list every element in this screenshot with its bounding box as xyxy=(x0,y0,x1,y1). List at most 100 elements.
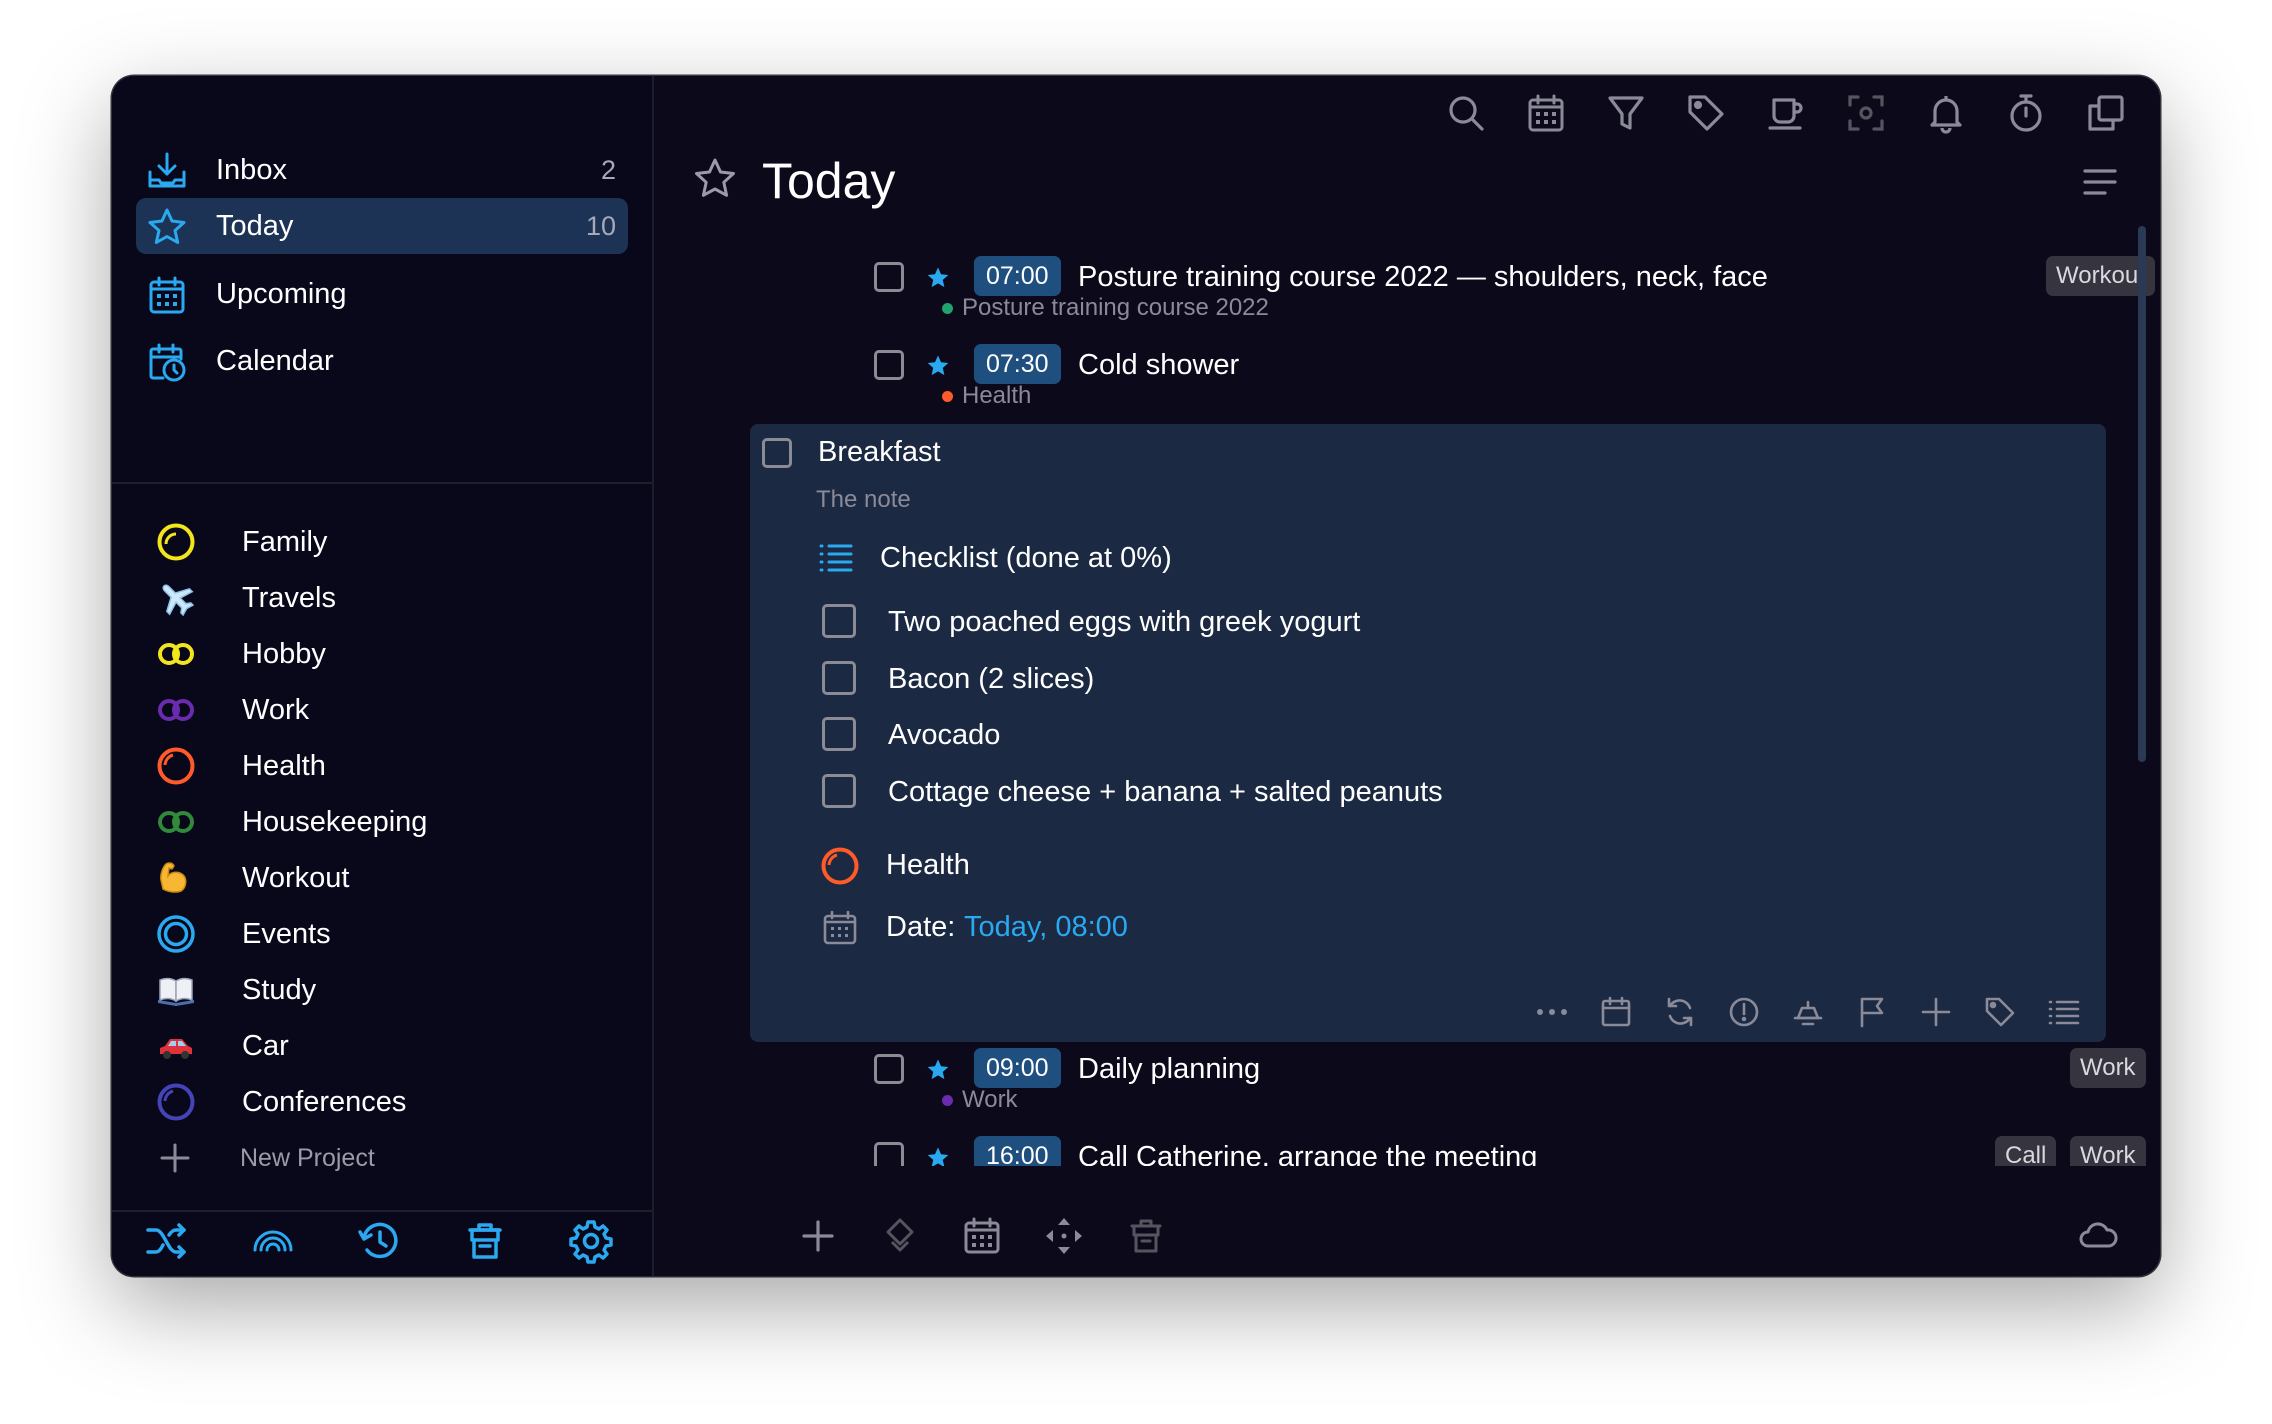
add-icon[interactable] xyxy=(798,1216,838,1256)
sidebar-item-health[interactable]: Health xyxy=(136,741,628,791)
tag-badge[interactable]: Call xyxy=(1995,1136,2057,1166)
open-book-icon xyxy=(156,970,196,1010)
sidebar-item-label: Travels xyxy=(242,581,336,614)
sidebar-item-family[interactable]: Family xyxy=(136,517,628,567)
sidebar-item-label: Study xyxy=(242,973,317,1006)
sidebar-item-housekeeping[interactable]: Housekeeping xyxy=(136,797,628,847)
sidebar-item-events[interactable]: Events xyxy=(136,909,628,959)
tag-icon[interactable] xyxy=(1982,994,2016,1028)
trash-icon[interactable] xyxy=(462,1218,508,1264)
sidebar-item-label: Workout xyxy=(242,861,350,894)
task-checkbox[interactable] xyxy=(762,438,792,468)
sidebar-item-label: Calendar xyxy=(216,344,334,377)
orange-ring-icon xyxy=(820,846,860,886)
task-checkbox[interactable] xyxy=(874,350,904,380)
sidebar-item-study[interactable]: Study xyxy=(136,965,628,1015)
flexed-biceps-icon xyxy=(156,858,196,898)
task-list: 07:00 Posture training course 2022 — sho… xyxy=(654,76,2160,1166)
indigo-ring-icon xyxy=(156,1082,196,1122)
task-note[interactable]: The note xyxy=(816,486,911,514)
sidebar-item-hobby[interactable]: Hobby xyxy=(136,629,628,679)
checklist-icon xyxy=(818,540,853,574)
expanded-task-card[interactable]: Breakfast The note Checklist (done at 0%… xyxy=(750,424,2106,1042)
new-project-button[interactable]: New Project xyxy=(136,1133,536,1183)
inbox-icon xyxy=(146,150,188,192)
sidebar-item-label: Events xyxy=(242,917,331,950)
diamond-icon[interactable] xyxy=(880,1216,920,1256)
airplane-icon xyxy=(156,578,196,618)
tag-badge[interactable]: Work xyxy=(2070,1136,2146,1166)
date-label: Date: xyxy=(886,911,956,943)
yellow-double-ring-icon xyxy=(156,634,196,674)
flag-icon[interactable] xyxy=(1854,994,1888,1028)
task-title[interactable]: Breakfast xyxy=(818,436,941,469)
sidebar-item-workout[interactable]: Workout xyxy=(136,853,628,903)
move-arrows-icon[interactable] xyxy=(1044,1216,1084,1256)
task-project-link[interactable]: Health xyxy=(886,849,970,882)
checklist-item-label: Avocado xyxy=(888,719,1001,751)
sidebar-item-label: Health xyxy=(242,749,326,782)
checklist-checkbox[interactable] xyxy=(822,774,856,808)
task-checkbox[interactable] xyxy=(874,1142,904,1166)
reminder-icon[interactable] xyxy=(1790,994,1824,1028)
plus-icon xyxy=(158,1141,192,1175)
star-icon xyxy=(146,206,188,248)
checklist-item-label: Cottage cheese + banana + salted peanuts xyxy=(888,776,1443,808)
main-panel: Today 07:00 Posture training course 2022… xyxy=(654,76,2160,1276)
sidebar-bottom-divider xyxy=(112,1210,652,1212)
calendar-icon xyxy=(822,910,857,945)
sidebar-item-label: Work xyxy=(242,693,310,726)
sidebar-item-inbox[interactable]: Inbox 2 xyxy=(136,142,628,198)
trash-icon[interactable] xyxy=(1126,1216,1166,1256)
sidebar-item-label: Today xyxy=(216,209,294,242)
task-checkbox[interactable] xyxy=(874,1054,904,1084)
star-icon xyxy=(926,1146,950,1166)
settings-icon[interactable] xyxy=(568,1218,614,1264)
sidebar-item-label: Conferences xyxy=(242,1085,407,1118)
task-project: Health xyxy=(962,382,1032,409)
sidebar-item-car[interactable]: Car xyxy=(136,1021,628,1071)
star-icon xyxy=(926,1058,950,1082)
sidebar-item-upcoming[interactable]: Upcoming xyxy=(136,266,628,322)
more-icon[interactable] xyxy=(1534,994,1568,1028)
purple-double-ring-icon xyxy=(156,690,196,730)
sidebar-item-label: Housekeeping xyxy=(242,805,428,838)
task-title: Posture training course 2022 — shoulders… xyxy=(1078,261,1768,293)
calendar-icon[interactable] xyxy=(962,1216,1002,1256)
tag-badge[interactable]: Work xyxy=(2070,1048,2146,1088)
calendar-icon[interactable] xyxy=(1598,994,1632,1028)
cloud-icon[interactable] xyxy=(2078,1216,2118,1256)
sidebar-item-label: Family xyxy=(242,525,328,558)
rainbow-icon[interactable] xyxy=(250,1218,296,1264)
history-icon[interactable] xyxy=(356,1218,402,1264)
sidebar-item-travels[interactable]: Travels xyxy=(136,573,628,623)
checklist-item-label: Two poached eggs with greek yogurt xyxy=(888,606,1361,638)
priority-icon[interactable] xyxy=(1726,994,1760,1028)
task-title: Call Catherine, arrange the meeting xyxy=(1078,1141,1538,1166)
task-project: Posture training course 2022 xyxy=(962,294,1269,321)
checklist-icon[interactable] xyxy=(2046,994,2080,1028)
app-window: Inbox 2 Today 10 Upcoming Calendar Famil… xyxy=(112,76,2160,1276)
sidebar-item-today[interactable]: Today 10 xyxy=(136,198,628,254)
repeat-icon[interactable] xyxy=(1662,994,1696,1028)
move-icon[interactable] xyxy=(1918,994,1952,1028)
time-badge: 09:00 xyxy=(974,1048,1061,1088)
scrollbar[interactable] xyxy=(2138,226,2146,762)
sidebar-item-work[interactable]: Work xyxy=(136,685,628,735)
checklist-checkbox[interactable] xyxy=(822,717,856,751)
checklist-checkbox[interactable] xyxy=(822,661,856,695)
checklist-checkbox[interactable] xyxy=(822,604,856,638)
calendar-clock-icon xyxy=(146,341,188,383)
project-dot xyxy=(942,303,953,314)
shuffle-icon[interactable] xyxy=(144,1218,190,1264)
checklist-item-label: Bacon (2 slices) xyxy=(888,663,1095,695)
date-value[interactable]: Today, 08:00 xyxy=(964,911,1128,944)
sidebar-item-calendar[interactable]: Calendar xyxy=(136,333,628,389)
today-count: 10 xyxy=(585,210,616,241)
sidebar-item-conferences[interactable]: Conferences xyxy=(136,1077,628,1127)
inbox-count: 2 xyxy=(600,154,616,185)
time-badge: 07:30 xyxy=(974,344,1061,384)
checklist-title: Checklist (done at 0%) xyxy=(880,542,1172,574)
task-checkbox[interactable] xyxy=(874,262,904,292)
green-double-ring-icon xyxy=(156,802,196,842)
